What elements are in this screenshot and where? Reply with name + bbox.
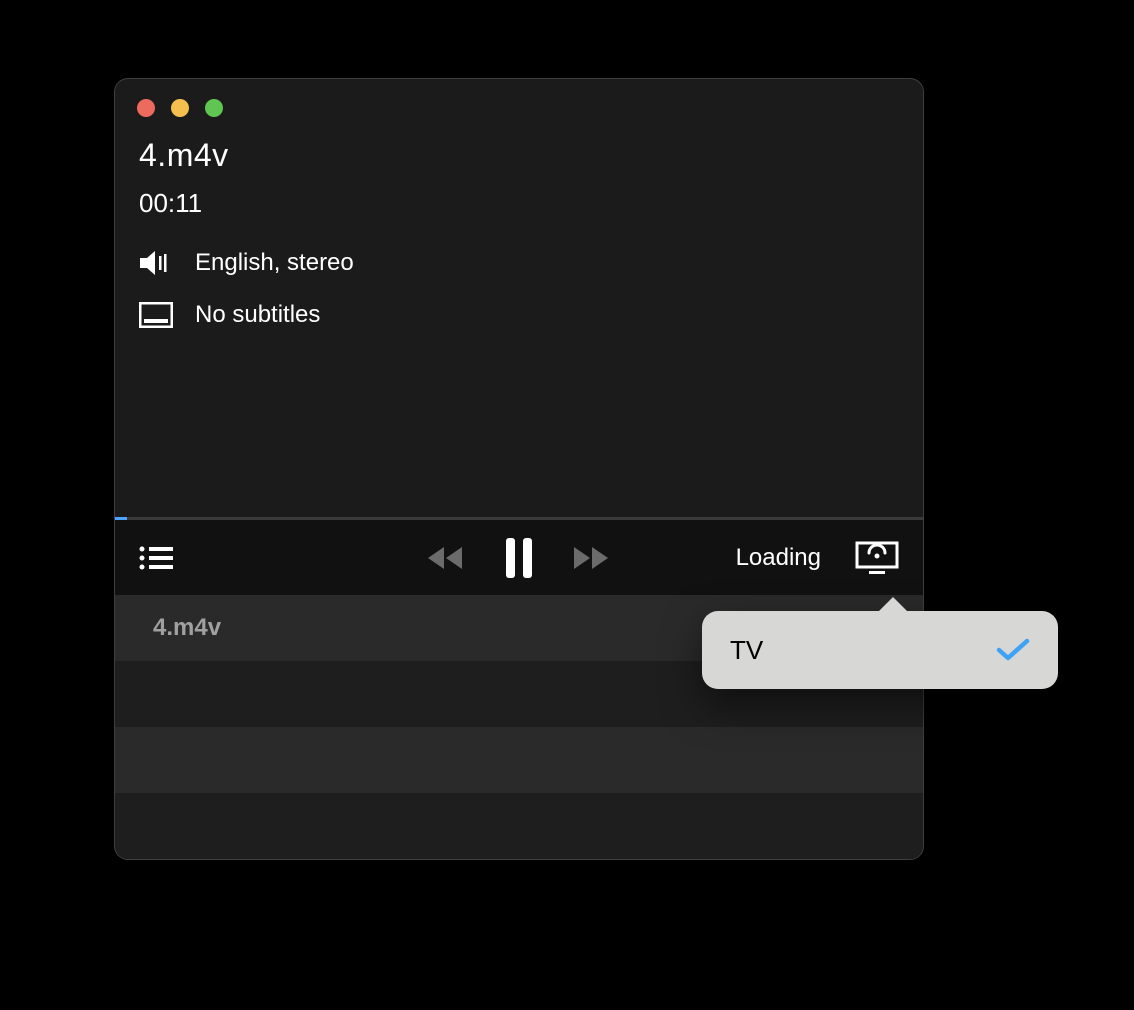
close-window-button[interactable] [137,99,155,117]
playlist-item[interactable] [115,727,923,793]
playlist-item-label: 4.m4v [153,614,221,642]
audio-track-label: English, stereo [195,249,354,277]
checkmark-icon [996,638,1030,662]
minimize-window-button[interactable] [171,99,189,117]
popover-arrow [877,597,909,613]
cast-icon [855,541,899,575]
forward-button[interactable] [572,545,612,571]
audio-track-row[interactable]: English, stereo [139,249,354,277]
pause-button[interactable] [504,538,534,578]
video-info-overlay: 4.m4v 00:11 English, stereo No subtitles [139,137,354,353]
zoom-window-button[interactable] [205,99,223,117]
pause-icon [504,538,534,578]
rewind-button[interactable] [426,545,466,571]
window-controls [137,99,223,117]
status-text: Loading [736,544,821,572]
playlist-item[interactable] [115,793,923,859]
cast-device-label: TV [730,635,763,666]
subtitles-icon [139,302,175,328]
cast-device-item[interactable]: TV [702,611,1058,689]
player-window: 4.m4v 00:11 English, stereo No subtitles [114,78,924,860]
fast-forward-icon [572,545,612,571]
cast-popover: TV [702,611,1058,689]
elapsed-time: 00:11 [139,188,354,219]
subtitles-row[interactable]: No subtitles [139,301,354,329]
volume-icon [139,250,175,276]
rewind-icon [426,545,466,571]
cast-button[interactable] [855,541,899,575]
video-title: 4.m4v [139,137,354,174]
list-icon [139,545,173,571]
playlist-toggle-button[interactable] [139,545,173,571]
subtitles-label: No subtitles [195,301,320,329]
playback-controls: Loading [115,520,923,595]
